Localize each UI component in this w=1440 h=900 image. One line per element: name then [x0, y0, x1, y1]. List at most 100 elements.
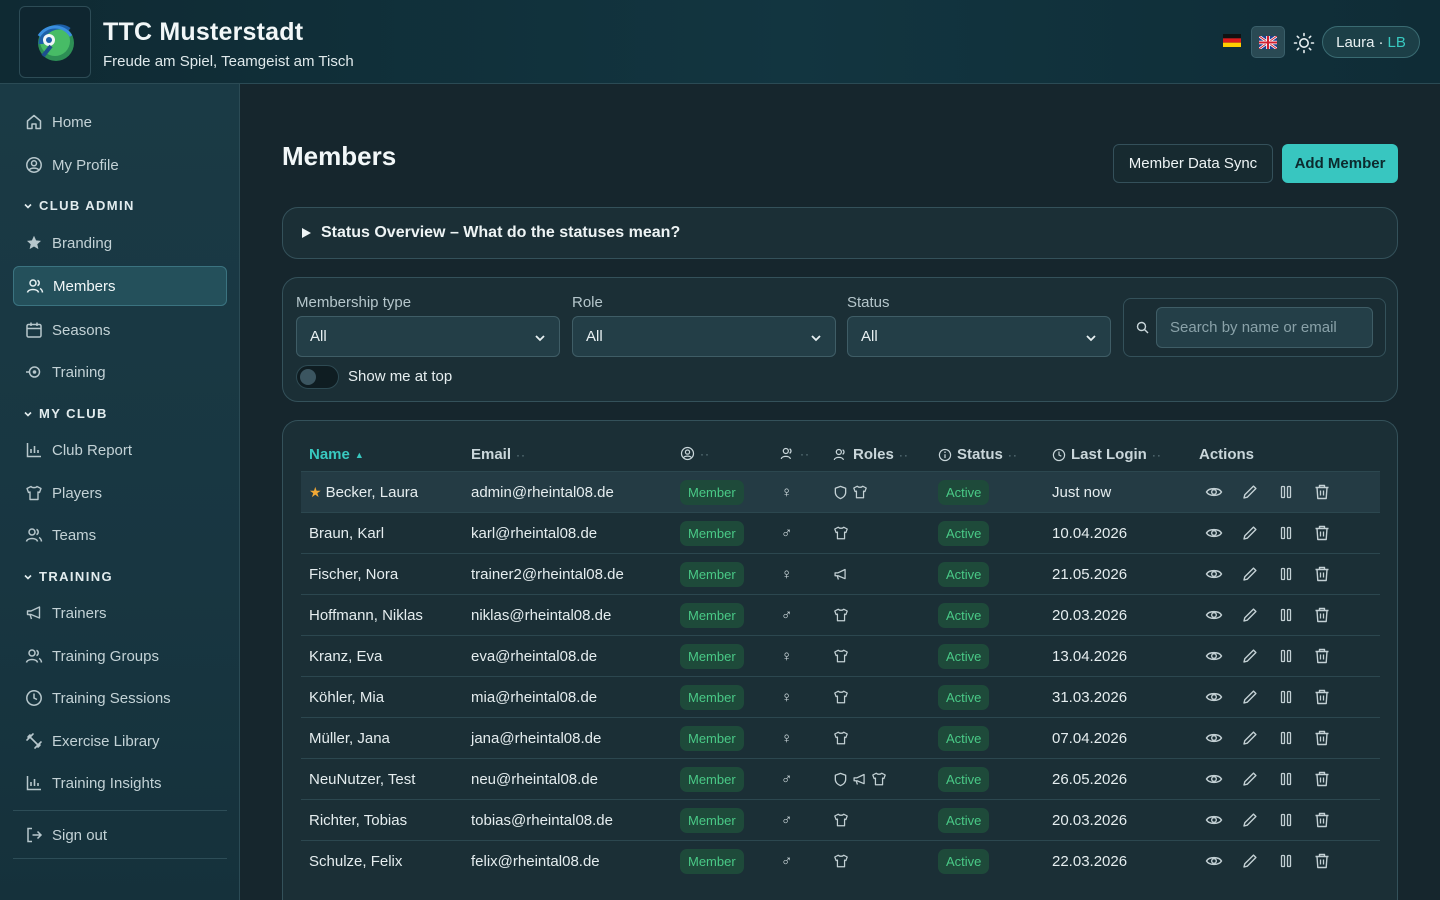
status-select[interactable]: All	[847, 316, 1111, 357]
edit-button[interactable]	[1241, 636, 1259, 676]
view-button[interactable]	[1205, 718, 1223, 758]
table-row[interactable]: ★ Becker, Laura admin@rheintal08.de Member ♀…	[301, 471, 1380, 512]
column-header-last-login[interactable]: Last Login ··	[1052, 446, 1162, 463]
deactivate-button[interactable]	[1277, 472, 1295, 512]
deactivate-button[interactable]	[1277, 636, 1295, 676]
view-button[interactable]	[1205, 636, 1223, 676]
sidebar-item-seasons[interactable]: Seasons	[13, 310, 227, 350]
deactivate-button[interactable]	[1277, 677, 1295, 717]
delete-button[interactable]	[1313, 759, 1331, 799]
view-button[interactable]	[1205, 513, 1223, 553]
sun-icon[interactable]	[1293, 32, 1315, 54]
section-my-club[interactable]: MY CLUB	[23, 406, 108, 421]
delete-button[interactable]	[1313, 513, 1331, 553]
club-logo[interactable]	[19, 6, 91, 78]
delete-button[interactable]	[1313, 718, 1331, 758]
cell-name[interactable]: Richter, Tobias	[309, 800, 407, 840]
sidebar-item-training[interactable]: Training	[13, 352, 227, 392]
cell-name[interactable]: Köhler, Mia	[309, 677, 384, 717]
edit-button[interactable]	[1241, 472, 1259, 512]
user-menu-button[interactable]: Laura · LB	[1322, 26, 1420, 58]
table-row[interactable]: Fischer, Nora trainer2@rheintal08.de Membe…	[301, 553, 1380, 594]
deactivate-button[interactable]	[1277, 513, 1295, 553]
deactivate-button[interactable]	[1277, 718, 1295, 758]
deactivate-button[interactable]	[1277, 841, 1295, 881]
add-member-button[interactable]: Add Member	[1282, 144, 1398, 183]
column-header-gender[interactable]: ··	[780, 446, 810, 461]
view-button[interactable]	[1205, 759, 1223, 799]
sidebar-item-teams[interactable]: Teams	[13, 515, 227, 555]
status-overview-disclosure[interactable]: Status Overview – What do the statuses m…	[282, 207, 1398, 259]
table-row[interactable]: Schulze, Felix felix@rheintal08.de Member ♂…	[301, 840, 1380, 881]
edit-button[interactable]	[1241, 595, 1259, 635]
sidebar-item-members[interactable]: Members	[13, 266, 227, 306]
view-button[interactable]	[1205, 677, 1223, 717]
deactivate-button[interactable]	[1277, 759, 1295, 799]
sidebar-item-training-sessions[interactable]: Training Sessions	[13, 678, 227, 718]
delete-button[interactable]	[1313, 841, 1331, 881]
german-flag-icon[interactable]	[1223, 34, 1241, 47]
delete-button[interactable]	[1313, 800, 1331, 840]
column-header-name[interactable]: Name ▲	[309, 446, 364, 463]
edit-button[interactable]	[1241, 677, 1259, 717]
section-training[interactable]: TRAINING	[23, 569, 113, 584]
role-select[interactable]: All	[572, 316, 836, 357]
table-row[interactable]: Hoffmann, Niklas niklas@rheintal08.de Memb…	[301, 594, 1380, 635]
sign-out-button[interactable]: Sign out	[13, 815, 227, 855]
sidebar-item-trainers[interactable]: Trainers	[13, 593, 227, 633]
edit-button[interactable]	[1241, 800, 1259, 840]
delete-button[interactable]	[1313, 636, 1331, 676]
table-row[interactable]: Richter, Tobias tobias@rheintal08.de Membe…	[301, 799, 1380, 840]
cell-name[interactable]: Fischer, Nora	[309, 554, 398, 594]
cell-name[interactable]: ★ Becker, Laura	[309, 472, 418, 512]
cell-name[interactable]: Schulze, Felix	[309, 841, 402, 881]
section-title: CLUB ADMIN	[39, 198, 135, 213]
deactivate-button[interactable]	[1277, 554, 1295, 594]
deactivate-button[interactable]	[1277, 595, 1295, 635]
edit-button[interactable]	[1241, 513, 1259, 553]
sidebar-item-players[interactable]: Players	[13, 473, 227, 513]
member-data-sync-button[interactable]: Member Data Sync	[1113, 144, 1273, 183]
edit-button[interactable]	[1241, 759, 1259, 799]
sidebar-item-club-report[interactable]: Club Report	[13, 430, 227, 470]
sidebar-item-training-groups[interactable]: Training Groups	[13, 636, 227, 676]
table-row[interactable]: NeuNutzer, Test neu@rheintal08.de Member ♂ A…	[301, 758, 1380, 799]
table-row[interactable]: Kranz, Eva eva@rheintal08.de Member ♀ Active…	[301, 635, 1380, 676]
sidebar-item-my-profile[interactable]: My Profile	[13, 145, 227, 185]
edit-button[interactable]	[1241, 718, 1259, 758]
delete-button[interactable]	[1313, 595, 1331, 635]
search-input[interactable]	[1156, 307, 1373, 348]
sidebar-item-branding[interactable]: Branding	[13, 223, 227, 263]
section-club-admin[interactable]: CLUB ADMIN	[23, 198, 135, 213]
table-row[interactable]: Köhler, Mia mia@rheintal08.de Member ♀ Activ…	[301, 676, 1380, 717]
table-row[interactable]: Müller, Jana jana@rheintal08.de Member ♀ Act…	[301, 717, 1380, 758]
cell-name[interactable]: NeuNutzer, Test	[309, 759, 415, 799]
edit-button[interactable]	[1241, 841, 1259, 881]
deactivate-button[interactable]	[1277, 800, 1295, 840]
english-language-button[interactable]	[1251, 26, 1285, 58]
table-row[interactable]: Braun, Karl karl@rheintal08.de Member ♂ Acti…	[301, 512, 1380, 553]
view-button[interactable]	[1205, 595, 1223, 635]
column-header-membership[interactable]: ··	[680, 446, 710, 461]
column-header-roles[interactable]: Roles ··	[833, 446, 909, 463]
sidebar-item-training-insights[interactable]: Training Insights	[13, 763, 227, 803]
delete-button[interactable]	[1313, 472, 1331, 512]
sidebar-item-label: Training Groups	[52, 647, 159, 665]
show-me-at-top-toggle[interactable]	[296, 365, 339, 389]
cell-name[interactable]: Hoffmann, Niklas	[309, 595, 423, 635]
column-header-status[interactable]: Status ··	[938, 446, 1018, 463]
sidebar-item-home[interactable]: Home	[13, 102, 227, 142]
delete-button[interactable]	[1313, 677, 1331, 717]
cell-name[interactable]: Müller, Jana	[309, 718, 390, 758]
membership-type-select[interactable]: All	[296, 316, 560, 357]
edit-button[interactable]	[1241, 554, 1259, 594]
delete-button[interactable]	[1313, 554, 1331, 594]
cell-name[interactable]: Kranz, Eva	[309, 636, 382, 676]
cell-name[interactable]: Braun, Karl	[309, 513, 384, 553]
view-button[interactable]	[1205, 841, 1223, 881]
view-button[interactable]	[1205, 472, 1223, 512]
column-header-email[interactable]: Email ··	[471, 446, 526, 463]
view-button[interactable]	[1205, 800, 1223, 840]
sidebar-item-exercise-library[interactable]: Exercise Library	[13, 721, 227, 761]
view-button[interactable]	[1205, 554, 1223, 594]
